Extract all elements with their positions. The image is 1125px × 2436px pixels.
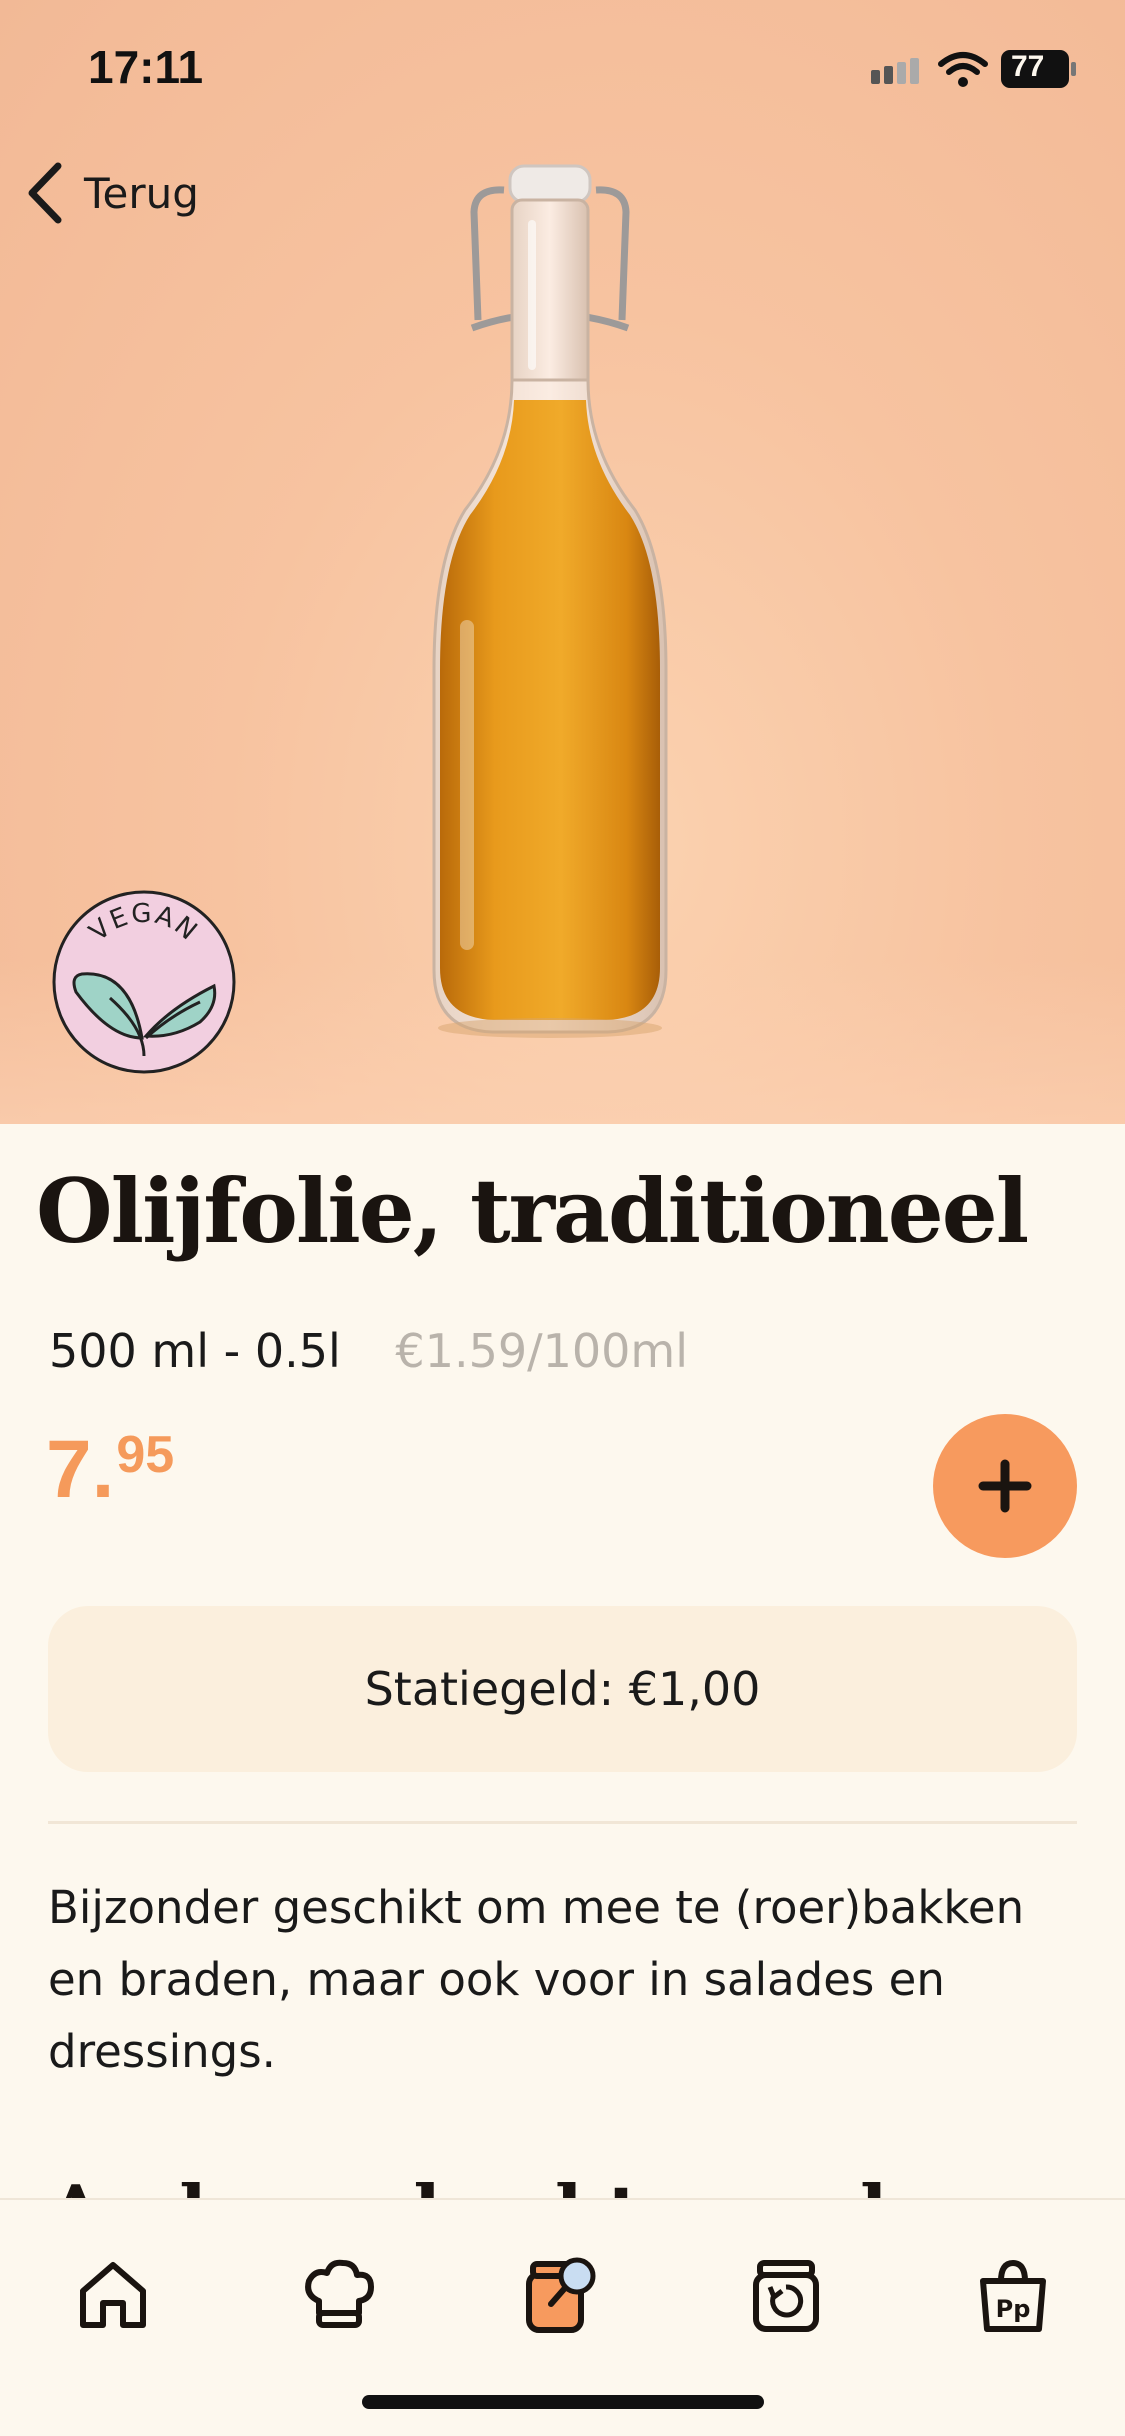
back-button[interactable]: Terug xyxy=(22,160,199,226)
plus-icon xyxy=(978,1459,1032,1513)
status-time: 17:11 xyxy=(88,41,204,93)
product-detail-screen: 17:11 77 Terug VEGAN Olijfolie, traditio… xyxy=(0,0,1125,2436)
jar-search-icon xyxy=(526,2257,596,2333)
tab-cart[interactable]: Pp xyxy=(958,2240,1068,2350)
product-description: Bijzonder geschikt om mee te (roer)bakke… xyxy=(48,1881,1025,2078)
add-to-cart-button[interactable] xyxy=(933,1414,1077,1558)
product-meta: 500 ml - 0.5l €1.59/100ml xyxy=(49,1324,688,1378)
jar-return-icon xyxy=(753,2260,819,2332)
price-cents: 95 xyxy=(116,1426,175,1484)
back-label: Terug xyxy=(84,168,199,218)
divider xyxy=(48,1821,1077,1824)
product-volume: 500 ml - 0.5l xyxy=(49,1324,341,1378)
home-indicator xyxy=(362,2395,764,2409)
wifi-icon xyxy=(938,52,988,87)
product-image: 17:11 77 Terug VEGAN xyxy=(0,0,1125,1124)
tab-recipes[interactable] xyxy=(284,2240,394,2350)
product-price: 7. 95 xyxy=(46,1429,174,1511)
product-title: Olijfolie, traditioneel xyxy=(36,1159,1029,1263)
chef-hat-icon xyxy=(305,2259,374,2328)
svg-text:Pp: Pp xyxy=(996,2295,1031,2323)
chevron-left-icon xyxy=(28,162,62,224)
product-unit-price: €1.59/100ml xyxy=(395,1324,688,1378)
shopping-bag-icon: Pp xyxy=(980,2259,1046,2332)
battery-level: 77 xyxy=(1011,50,1045,83)
status-icons: 77 xyxy=(871,48,1081,92)
price-main: 7. xyxy=(46,1424,115,1515)
status-bar: 17:11 77 xyxy=(0,0,1125,130)
tab-home[interactable] xyxy=(58,2240,168,2350)
tab-search[interactable] xyxy=(507,2240,617,2350)
tab-returns[interactable] xyxy=(731,2240,841,2350)
deposit-info: Statiegeld: €1,00 xyxy=(48,1606,1077,1772)
oil-bottle-illustration xyxy=(432,164,668,1038)
vegan-badge: VEGAN xyxy=(50,888,238,1076)
cellular-signal-icon xyxy=(871,58,919,84)
home-icon xyxy=(80,2262,146,2328)
